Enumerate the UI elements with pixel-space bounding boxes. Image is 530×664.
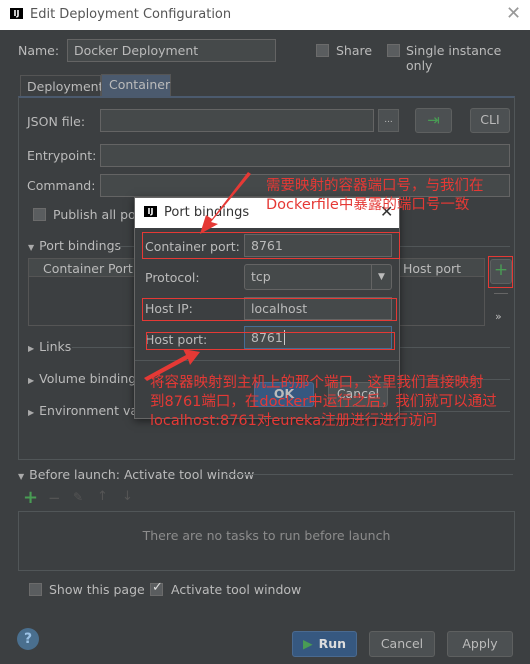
triangle-down-icon: ▼ <box>18 472 25 481</box>
apply-button[interactable]: Apply <box>447 631 513 657</box>
show-page-checkbox[interactable] <box>29 583 42 596</box>
annotation-top: 需要映射的容器端口号，与我们在 Dockerfile中暴露的端口号一致 <box>266 177 484 215</box>
run-icon: ▶ <box>302 636 313 651</box>
question-icon: ? <box>23 631 33 647</box>
section-label: Before launch: Activate tool window <box>29 467 255 482</box>
annotation-bottom: 将容器映射到主机上的那个端口，这里我们直接映射 到8761端口，在docker中运… <box>150 374 497 431</box>
move-up-icon[interactable]: ↑ <box>97 489 108 504</box>
empty-text: There are no tasks to run before launch <box>142 528 391 543</box>
cancel-button[interactable]: Cancel <box>369 631 435 657</box>
before-launch-task-list: There are no tasks to run before launch <box>18 511 515 571</box>
arrow-top <box>200 172 251 234</box>
divider <box>225 474 513 475</box>
run-label: Run <box>318 636 347 651</box>
before-launch-section[interactable]: ▼ Before launch: Activate tool window <box>18 467 254 482</box>
help-button[interactable]: ? <box>17 628 39 650</box>
edit-task-icon[interactable]: ✎ <box>73 490 83 504</box>
annotation-line: Dockerfile中暴露的端口号一致 <box>266 197 470 213</box>
move-down-icon[interactable]: ↓ <box>122 489 133 504</box>
checkmark-icon: ✓ <box>152 580 163 595</box>
remove-task-icon[interactable]: − <box>48 489 61 507</box>
add-task-icon[interactable]: + <box>23 487 38 508</box>
show-page-label: Show this page <box>49 582 145 597</box>
annotation-line: 将容器映射到主机上的那个端口，这里我们直接映射 <box>150 375 484 391</box>
run-button[interactable]: ▶ Run <box>292 631 357 657</box>
activate-tool-checkbox[interactable]: ✓ <box>150 580 163 596</box>
activate-tool-label: Activate tool window <box>171 582 302 597</box>
annotation-line: 到8761端口，在docker中运行之后，我们就可以通过 <box>150 394 497 410</box>
annotation-line: 需要映射的容器端口号，与我们在 <box>266 178 484 194</box>
annotation-line: localhost:8761对eureka注册进行进行访问 <box>150 413 438 429</box>
